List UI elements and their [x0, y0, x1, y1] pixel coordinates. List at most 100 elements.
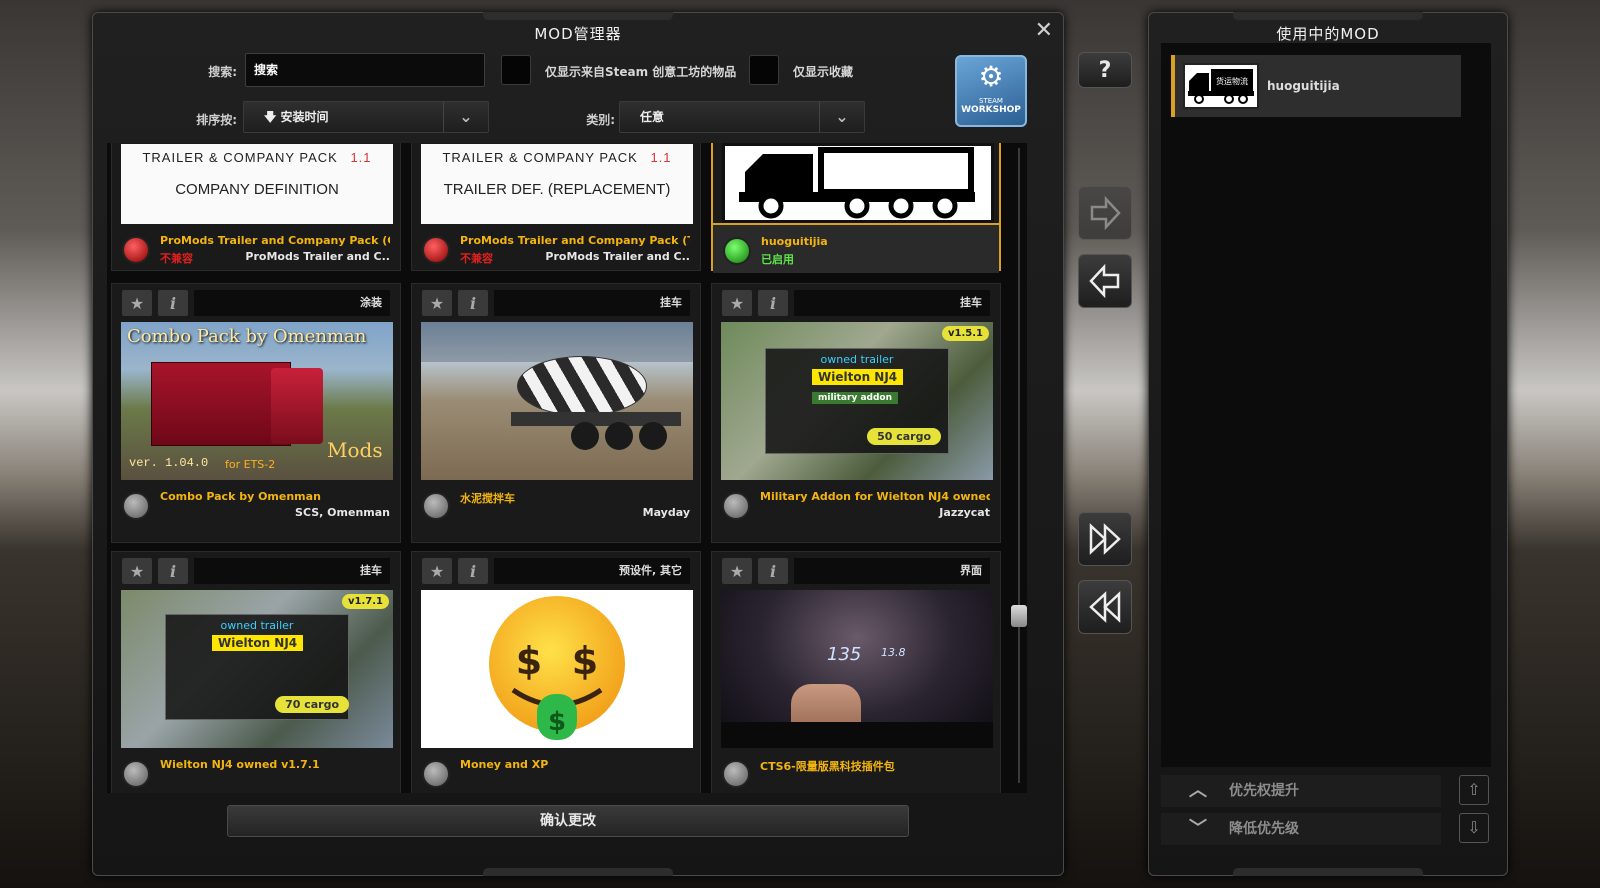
activate-all-button[interactable] — [1078, 512, 1132, 566]
mod-card[interactable]: ★ i 挂车 v1.7.1 owned trailer Wielton NJ4 … — [111, 551, 401, 793]
info-icon[interactable]: i — [458, 558, 488, 584]
enabled-indicator[interactable] — [723, 237, 751, 265]
mod-card-selected[interactable]: huoguitijia 已启用 — [711, 143, 1001, 273]
panel-tab-lip-bottom — [1233, 868, 1423, 876]
incompatible-indicator[interactable] — [422, 236, 450, 264]
search-input[interactable]: 搜索 — [245, 53, 485, 87]
scrollbar-thumb[interactable] — [1011, 605, 1027, 627]
mod-thumbnail: TRAILER & COMPANY PACK 1.1 COMPANY DEFIN… — [121, 144, 393, 224]
deactivate-all-button[interactable] — [1078, 580, 1132, 634]
mod-card[interactable]: ★ i 界面 135 13.8 CTS6-限量版黑科技插件包 — [711, 551, 1001, 793]
info-icon[interactable]: i — [158, 290, 188, 316]
sort-dropdown[interactable]: 🡇 安装时间 ⌄ — [243, 101, 489, 133]
disabled-indicator[interactable] — [722, 492, 750, 520]
lower-priority-label: 降低优先级 — [1229, 821, 1299, 837]
disabled-indicator[interactable] — [122, 760, 150, 788]
card-toolbar: ★ i 挂车 — [112, 552, 400, 590]
steam-workshop-line2: WORKSHOP — [961, 105, 1021, 115]
mod-thumbnail: TRAILER & COMPANY PACK 1.1 TRAILER DEF. … — [421, 144, 693, 224]
close-icon[interactable]: ✕ — [1035, 19, 1053, 43]
mod-card[interactable]: TRAILER & COMPANY PACK 1.1 TRAILER DEF. … — [411, 143, 701, 271]
disabled-indicator[interactable] — [422, 492, 450, 520]
thumb-version: v1.5.1 — [942, 326, 989, 341]
move-bottom-icon[interactable]: ⇩ — [1459, 813, 1489, 843]
mod-name: CTS6-限量版黑科技插件包 — [760, 760, 895, 773]
confirm-changes-button[interactable]: 确认更改 — [227, 805, 909, 837]
mod-card[interactable]: ★ i 挂车 水泥搅拌车 Mayday — [411, 283, 701, 543]
mod-card[interactable]: TRAILER & COMPANY PACK 1.1 COMPANY DEFIN… — [111, 143, 401, 271]
active-mods-panel: 使用中的MOD 货运物流 huoguitijia ︿ 优先权提升 ⇧ ﹀ 降低优… — [1148, 12, 1508, 876]
mod-author: SCS, Omenman — [295, 506, 390, 519]
active-mod-item[interactable]: 货运物流 huoguitijia — [1171, 55, 1461, 117]
card-footer: ProMods Trailer and Company Pack (Traile… — [412, 224, 700, 274]
card-footer: Military Addon for Wielton NJ4 owned v1.… — [712, 480, 1000, 530]
card-toolbar: ★ i 挂车 — [412, 284, 700, 322]
mod-name: huoguitijia — [761, 235, 828, 248]
help-button[interactable]: ? — [1078, 52, 1132, 88]
mod-grid: TRAILER & COMPANY PACK 1.1 COMPANY DEFIN… — [107, 143, 1027, 793]
mod-card[interactable]: ★ i 预设件, 其它 $ $ $ Money and XP — [411, 551, 701, 793]
card-footer: ProMods Trailer and Company Pack (Comp..… — [112, 224, 400, 274]
mod-thumbnail: v1.5.1 owned trailer Wielton NJ4 militar… — [721, 322, 993, 480]
mod-category: 挂车 — [494, 290, 690, 316]
mod-name: Money and XP — [460, 758, 549, 771]
active-item-badge: 货运物流 — [1216, 76, 1248, 86]
disabled-indicator[interactable] — [422, 760, 450, 788]
panel-tab-lip — [483, 12, 673, 20]
mod-name: ProMods Trailer and Company Pack (Comp.. — [160, 234, 390, 247]
svg-text:$: $ — [516, 639, 542, 683]
money-face-icon: $ $ $ — [421, 590, 693, 748]
mod-name: ProMods Trailer and Company Pack (Traile… — [460, 234, 690, 247]
thumb-line2: COMPANY DEFINITION — [175, 181, 339, 198]
steam-workshop-button[interactable]: ⚙ STEAM WORKSHOP — [955, 55, 1027, 127]
card-footer: Money and XP — [412, 748, 700, 793]
mixer-drum-shape — [517, 356, 647, 416]
thumb-cargo: 50 cargo — [867, 428, 941, 445]
mod-card[interactable]: ★ i 挂车 v1.5.1 owned trailer Wielton NJ4 … — [711, 283, 1001, 543]
thumb-version: v1.7.1 — [342, 594, 389, 609]
star-icon[interactable]: ★ — [722, 558, 752, 584]
thumb-title: Combo Pack by Omenman — [127, 326, 367, 347]
trailer-shape — [151, 362, 291, 446]
mod-author: ProMods Trailer and C.. — [545, 250, 690, 263]
info-icon[interactable]: i — [158, 558, 188, 584]
truck-cab-shape — [271, 368, 323, 444]
chevron-down-icon: ⌄ — [819, 102, 864, 132]
steam-workshop-line1: STEAM — [979, 97, 1003, 105]
active-mods-title: 使用中的MOD — [1276, 25, 1380, 43]
steam-only-checkbox[interactable] — [501, 55, 531, 85]
category-dropdown[interactable]: 任意 ⌄ — [619, 101, 865, 133]
info-icon[interactable]: i — [758, 558, 788, 584]
mod-author: ProMods Trailer and C.. — [245, 250, 390, 263]
mod-author: Mayday — [642, 506, 690, 519]
lower-priority-button[interactable]: ﹀ 降低优先级 — [1161, 813, 1441, 845]
info-icon[interactable]: i — [458, 290, 488, 316]
disabled-indicator[interactable] — [122, 492, 150, 520]
info-icon[interactable]: i — [758, 290, 788, 316]
incompatible-indicator[interactable] — [122, 236, 150, 264]
favorites-only-checkbox[interactable] — [749, 55, 779, 85]
thumb-speed: 135 — [827, 644, 862, 665]
card-footer: Wielton NJ4 owned v1.7.1 — [112, 748, 400, 793]
star-icon[interactable]: ★ — [422, 558, 452, 584]
move-top-icon[interactable]: ⇧ — [1459, 775, 1489, 805]
deactivate-mod-button[interactable] — [1078, 254, 1132, 308]
thumb-owned: owned trailer — [220, 619, 294, 632]
raise-priority-button[interactable]: ︿ 优先权提升 — [1161, 775, 1441, 807]
thumb-cargo: 70 cargo — [275, 696, 349, 713]
scrollbar-track[interactable] — [1018, 148, 1020, 783]
thumb-version: ver. 1.04.0 — [129, 456, 209, 470]
mod-thumbnail: Combo Pack by Omenman ver. 1.04.0 for ET… — [121, 322, 393, 480]
activate-mod-button[interactable] — [1078, 186, 1132, 240]
thumb-model: Wielton NJ4 — [212, 635, 304, 651]
mod-card[interactable]: ★ i 涂装 Combo Pack by Omenman ver. 1.04.0… — [111, 283, 401, 543]
disabled-indicator[interactable] — [722, 760, 750, 788]
mod-category: 界面 — [794, 558, 990, 584]
mod-name: Military Addon for Wielton NJ4 owned v1.… — [760, 490, 990, 503]
star-icon[interactable]: ★ — [722, 290, 752, 316]
star-icon[interactable]: ★ — [122, 290, 152, 316]
chevron-up-icon: ︿ — [1189, 780, 1207, 801]
star-icon[interactable]: ★ — [422, 290, 452, 316]
star-icon[interactable]: ★ — [122, 558, 152, 584]
card-footer: Combo Pack by Omenman SCS, Omenman — [112, 480, 400, 530]
